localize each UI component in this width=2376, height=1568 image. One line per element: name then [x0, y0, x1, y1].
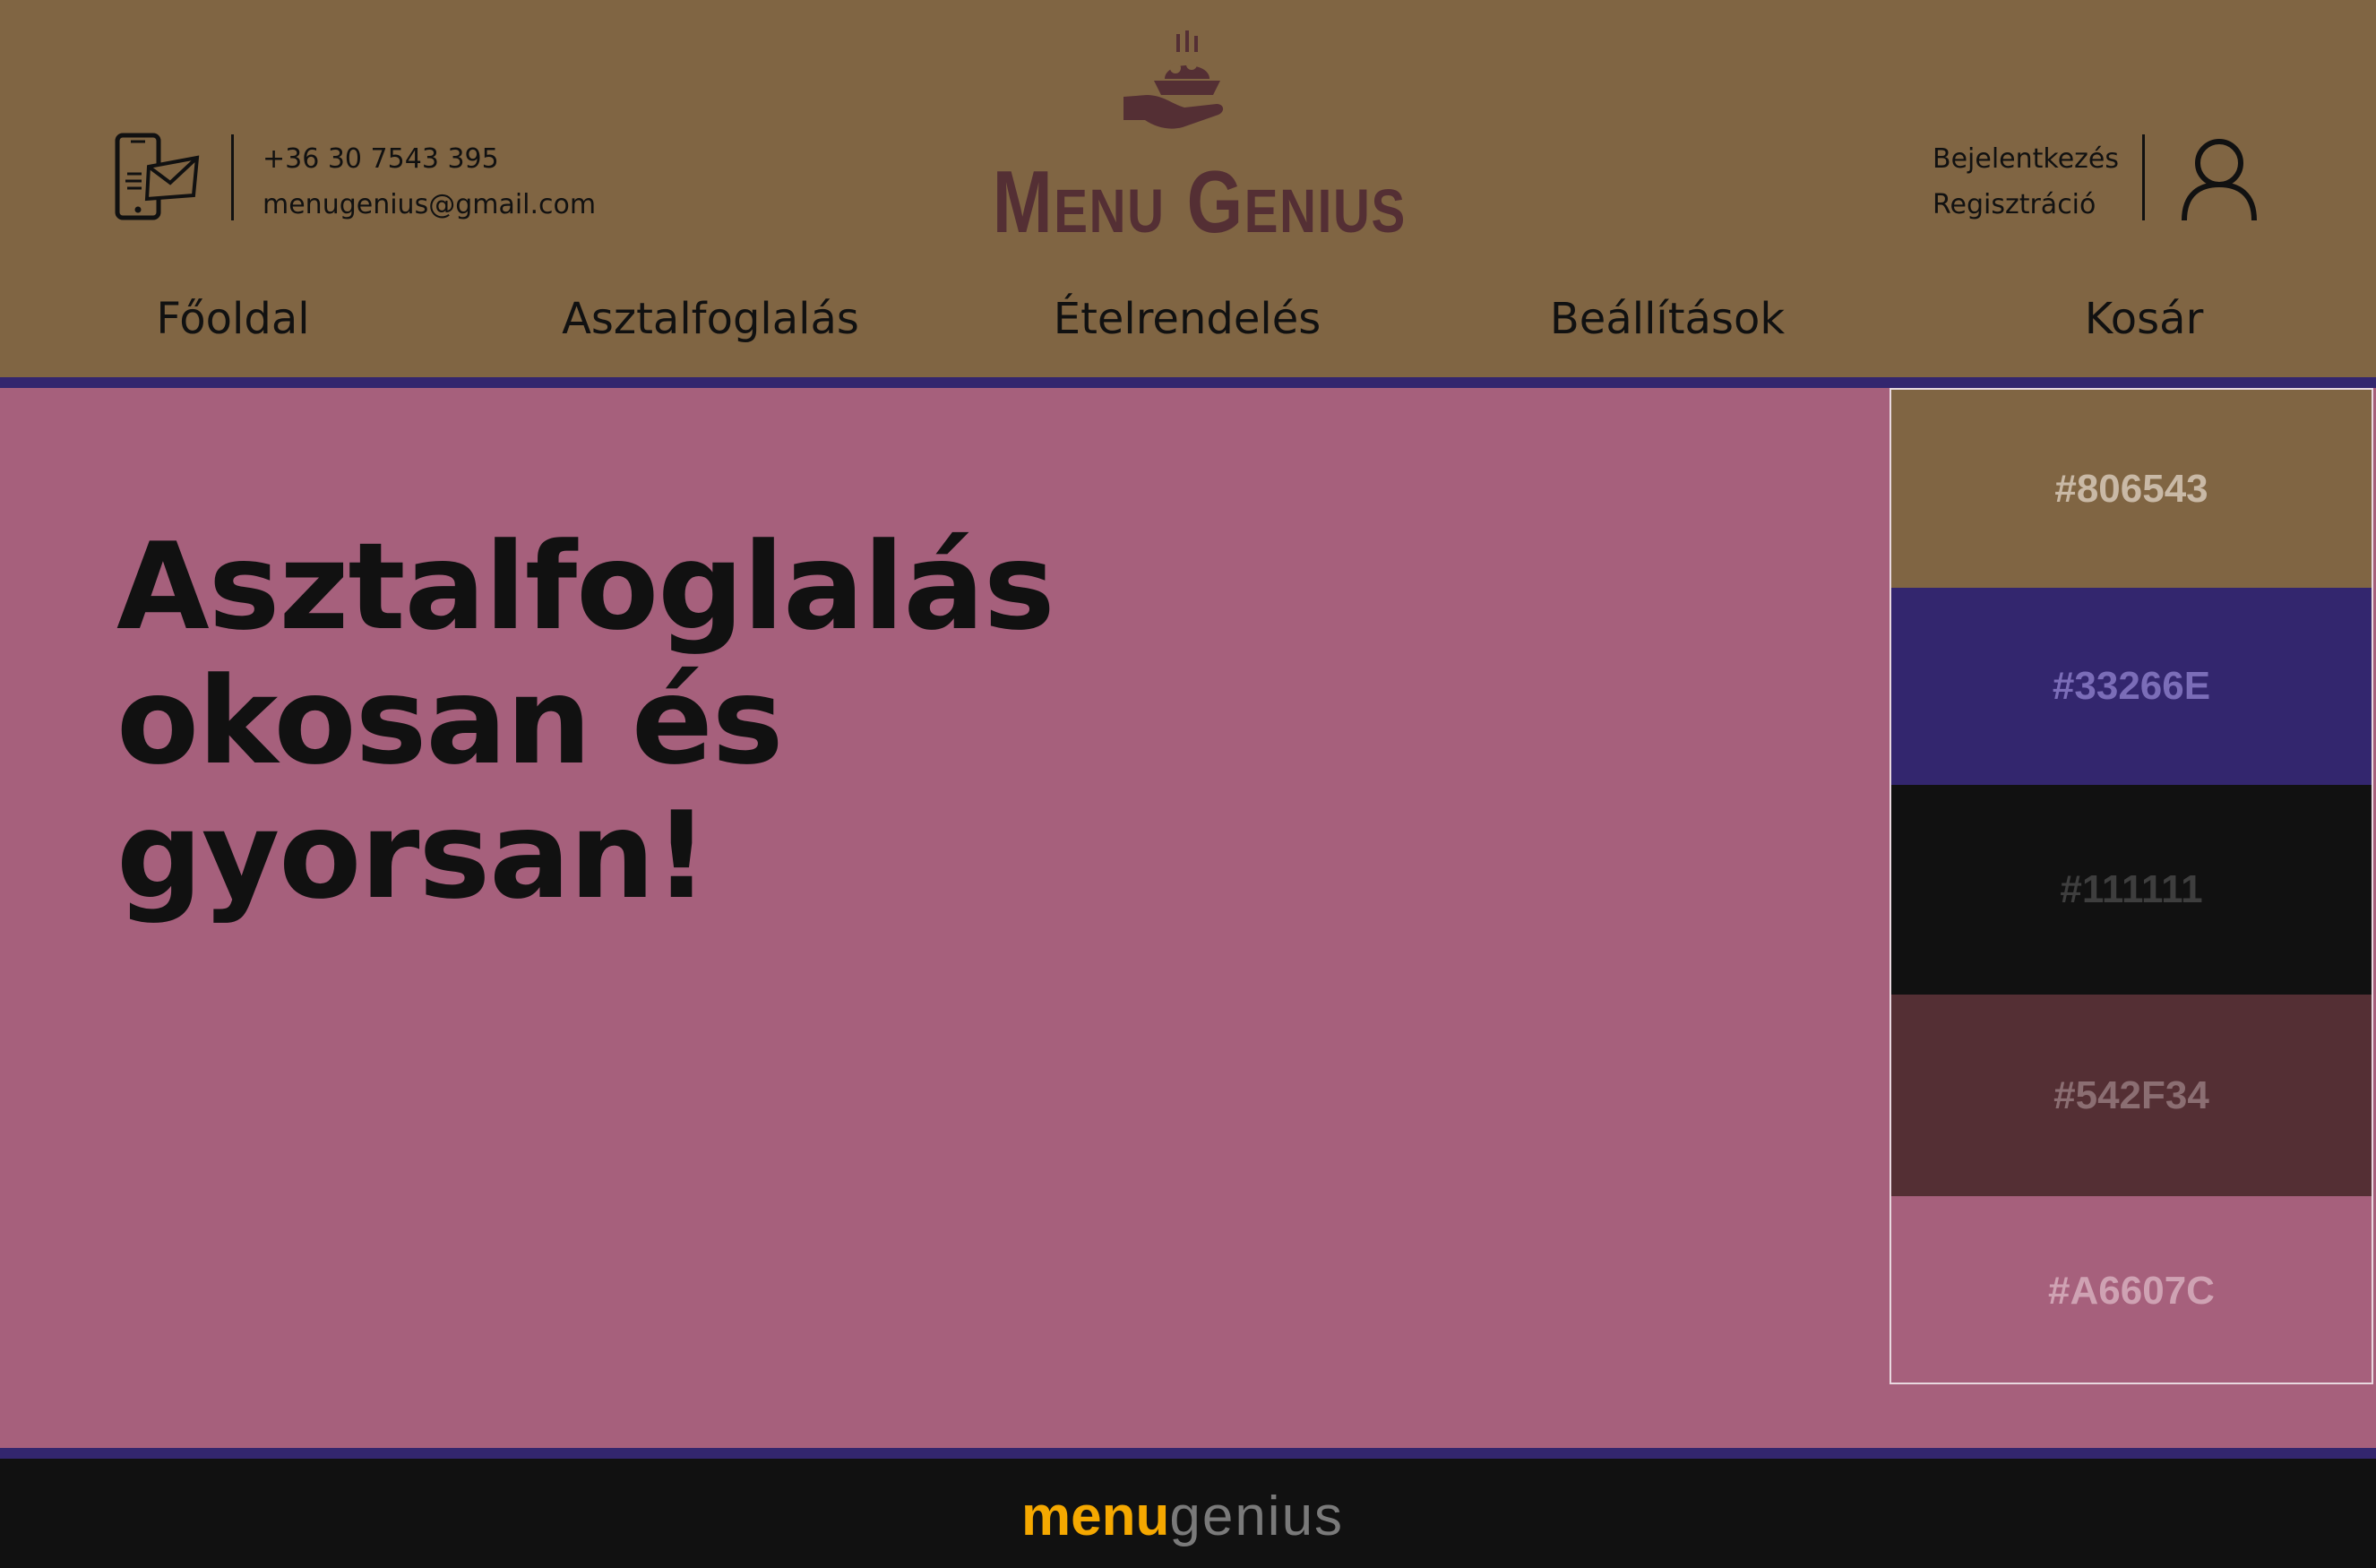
swatch-label: #806543 [2054, 466, 2208, 511]
contact-info: +36 30 7543 395 menugenius@gmail.com [263, 136, 596, 228]
swatch-label: #33266E [2052, 664, 2211, 708]
main-nav: Főoldal Asztalfoglalás Ételrendelés Beál… [0, 287, 2376, 351]
nav-item-home[interactable]: Főoldal [156, 287, 309, 351]
footer-logo-genius: genius [1169, 1486, 1345, 1547]
swatch-label: #542F34 [2053, 1073, 2209, 1117]
color-palette: #806543 #33266E #111111 #542F34 #A6607C [1890, 388, 2373, 1384]
swatch-label: #A6607C [2048, 1269, 2215, 1313]
color-swatch: #806543 [1891, 390, 2372, 588]
user-icon[interactable] [2179, 134, 2260, 224]
nav-item-settings[interactable]: Beállítások [1550, 287, 1785, 351]
hero-heading: Asztalfoglalás okosan és gyorsan! [116, 520, 1055, 923]
hero-line: Asztalfoglalás [116, 517, 1055, 657]
hero-line: gyorsan! [116, 786, 709, 926]
header-accent-stripe [0, 377, 2376, 388]
color-swatch: #A6607C [1891, 1196, 2372, 1383]
footer-logo[interactable]: menugenius [1021, 1486, 1344, 1548]
serving-hand-icon [1123, 30, 1224, 129]
nav-item-cart[interactable]: Kosár [2085, 287, 2204, 351]
brand-logo[interactable]: Menu Genius [950, 27, 1425, 251]
color-swatch: #542F34 [1891, 995, 2372, 1196]
swatch-label: #111111 [2060, 867, 2203, 911]
footer-accent-stripe [0, 1448, 2376, 1459]
phone-number[interactable]: +36 30 7543 395 [263, 136, 596, 182]
color-swatch: #33266E [1891, 588, 2372, 785]
footer-logo-menu: menu [1021, 1486, 1170, 1547]
brand-name: Menu Genius [992, 152, 1407, 251]
site-footer: menugenius [0, 1459, 2376, 1568]
hero-line: okosan és [116, 651, 784, 791]
login-link[interactable]: Bejelentkezés [1933, 136, 2119, 182]
register-link[interactable]: Regisztráció [1933, 182, 2119, 228]
color-swatch: #111111 [1891, 785, 2372, 995]
nav-item-food-order[interactable]: Ételrendelés [1054, 287, 1321, 351]
email-address[interactable]: menugenius@gmail.com [263, 182, 596, 228]
phone-mail-icon [115, 133, 200, 220]
nav-item-table-booking[interactable]: Asztalfoglalás [562, 287, 859, 351]
site-header: +36 30 7543 395 menugenius@gmail.com Men… [0, 0, 2376, 377]
contact-divider [231, 134, 234, 220]
auth-divider [2142, 134, 2145, 220]
auth-links: Bejelentkezés Regisztráció [1933, 136, 2119, 228]
